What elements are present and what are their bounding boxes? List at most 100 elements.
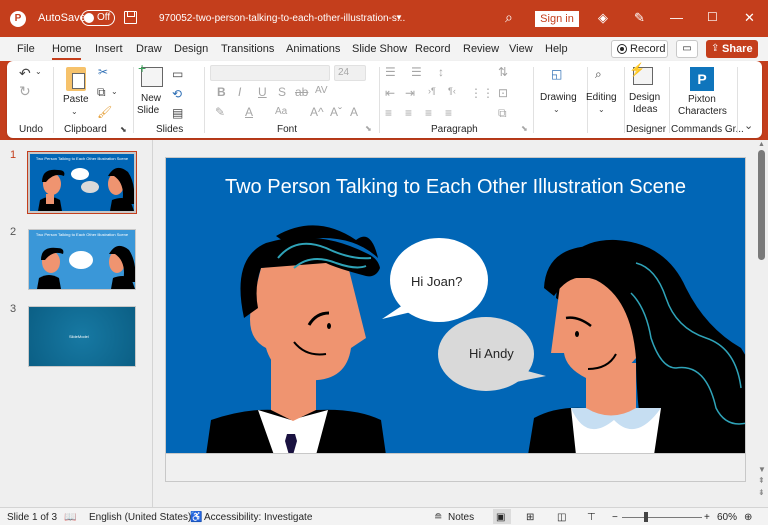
editing-button[interactable]: Editing: [586, 92, 617, 103]
design-ideas-label[interactable]: Design: [629, 92, 660, 103]
pen-icon[interactable]: ✎: [634, 10, 645, 26]
fit-to-window-icon[interactable]: ⊕: [744, 512, 752, 523]
pixton-icon[interactable]: P: [690, 67, 714, 91]
font-size-input[interactable]: 24: [334, 65, 366, 81]
shadow-button[interactable]: S: [278, 85, 286, 99]
chevron-down-icon[interactable]: ▼: [395, 13, 403, 22]
tab-record[interactable]: Record: [415, 43, 450, 55]
zoom-out-button[interactable]: −: [612, 512, 618, 523]
highlight-icon[interactable]: ✎: [215, 105, 225, 119]
reading-view-icon[interactable]: ◫: [557, 512, 566, 523]
drawing-icon[interactable]: ◱: [551, 67, 562, 81]
search-icon[interactable]: ⌕: [505, 9, 513, 26]
notes-area[interactable]: [165, 454, 746, 482]
new-slide-icon[interactable]: +: [138, 61, 163, 87]
tab-transitions[interactable]: Transitions: [221, 43, 274, 55]
accessibility-status[interactable]: Accessibility: Investigate: [204, 512, 312, 523]
align-center-icon[interactable]: ≡: [405, 106, 412, 120]
underline-button[interactable]: U: [258, 85, 267, 99]
chevron-down-icon[interactable]: ⌄: [111, 87, 118, 96]
scroll-up-icon[interactable]: ▲: [758, 141, 765, 148]
clear-formatting-button[interactable]: A: [350, 105, 358, 119]
sign-in-button[interactable]: Sign in: [535, 11, 579, 27]
line-spacing-icon[interactable]: ↕: [438, 65, 444, 79]
slideshow-icon[interactable]: ⊤: [587, 512, 596, 523]
notes-button[interactable]: Notes: [448, 512, 474, 523]
increase-indent-icon[interactable]: ⇥: [405, 86, 415, 100]
share-button[interactable]: ⇪ Share: [706, 40, 758, 58]
chevron-down-icon[interactable]: ⌄: [598, 105, 605, 114]
ltr-icon[interactable]: ›¶: [428, 86, 436, 96]
layout-icon[interactable]: ▭: [172, 67, 183, 81]
text-direction-icon[interactable]: ⇅: [498, 65, 508, 79]
tab-view[interactable]: View: [509, 43, 533, 55]
dialog-launcher-icon[interactable]: ⬊: [120, 125, 127, 134]
save-icon[interactable]: [124, 11, 137, 24]
search-icon[interactable]: ⌕: [595, 67, 602, 82]
paste-icon[interactable]: [66, 67, 86, 91]
align-left-icon[interactable]: ≡: [385, 106, 392, 120]
collapse-ribbon-icon[interactable]: ⌄: [744, 119, 753, 132]
normal-view-icon[interactable]: ▣: [496, 512, 505, 523]
reset-slide-icon[interactable]: ⟲: [172, 87, 182, 101]
decrease-indent-icon[interactable]: ⇤: [385, 86, 395, 100]
diamond-icon[interactable]: ◈: [598, 10, 608, 26]
dialog-launcher-icon[interactable]: ⬊: [521, 124, 528, 133]
record-button[interactable]: Record: [611, 40, 668, 58]
tab-home[interactable]: Home: [52, 43, 82, 60]
align-text-icon[interactable]: ⊡: [498, 86, 508, 100]
bold-button[interactable]: B: [217, 85, 226, 99]
zoom-level[interactable]: 60%: [717, 512, 737, 523]
accessibility-icon[interactable]: ♿: [190, 512, 202, 523]
section-icon[interactable]: ▤: [172, 106, 183, 120]
slide-sorter-icon[interactable]: ⊞: [526, 512, 534, 523]
next-slide-icon[interactable]: ⇟: [758, 488, 765, 497]
tab-design[interactable]: Design: [174, 43, 208, 55]
change-case-button[interactable]: Aa: [275, 106, 287, 117]
zoom-slider-thumb[interactable]: [644, 512, 648, 522]
tab-file[interactable]: File: [17, 43, 35, 55]
font-color-button[interactable]: A: [245, 105, 253, 119]
font-name-input[interactable]: [210, 65, 330, 81]
comments-button[interactable]: ▭: [676, 40, 698, 58]
italic-button[interactable]: I: [238, 85, 241, 99]
vertical-scrollbar[interactable]: ▲ ▼ ⇞ ⇟: [756, 140, 768, 507]
autosave-toggle[interactable]: Off: [81, 10, 115, 26]
tab-slide-show[interactable]: Slide Show: [352, 43, 407, 55]
tab-help[interactable]: Help: [545, 43, 568, 55]
slide-thumbnail-2[interactable]: Two Person Talking to Each Other Illustr…: [28, 229, 136, 290]
character-spacing-button[interactable]: AV: [315, 85, 328, 96]
dialog-launcher-icon[interactable]: ⬊: [365, 124, 372, 133]
slide-thumbnail-1[interactable]: Two Person Talking to Each Other Illustr…: [27, 151, 137, 214]
tab-insert[interactable]: Insert: [95, 43, 123, 55]
strikethrough-button[interactable]: ab: [295, 85, 308, 99]
chevron-down-icon[interactable]: ⌄: [553, 105, 560, 114]
justify-icon[interactable]: ≡: [445, 106, 452, 120]
design-ideas-label-2[interactable]: Ideas: [633, 104, 657, 115]
chevron-down-icon[interactable]: ⌄: [35, 67, 42, 76]
spelling-icon[interactable]: 📖: [64, 512, 76, 523]
cut-icon[interactable]: ✂: [98, 65, 108, 79]
maximize-icon[interactable]: ☐: [707, 10, 718, 24]
slide-canvas[interactable]: Two Person Talking to Each Other Illustr…: [165, 157, 746, 454]
undo-icon[interactable]: ↶: [19, 65, 31, 82]
tab-animations[interactable]: Animations: [286, 43, 340, 55]
language[interactable]: English (United States): [89, 512, 191, 523]
smartart-icon[interactable]: ⧉: [498, 106, 507, 121]
copy-icon[interactable]: ⧉: [97, 85, 106, 100]
bubble-1-text[interactable]: Hi Joan?: [411, 274, 462, 289]
scroll-down-icon[interactable]: ▼: [758, 465, 766, 474]
scrollbar-thumb[interactable]: [758, 150, 765, 260]
previous-slide-icon[interactable]: ⇞: [758, 476, 765, 485]
new-slide-label[interactable]: New: [141, 93, 161, 104]
chevron-down-icon[interactable]: ⌄: [71, 107, 78, 116]
zoom-slider[interactable]: [622, 517, 702, 518]
tab-review[interactable]: Review: [463, 43, 499, 55]
document-title[interactable]: 970052-two-person-talking-to-each-other-…: [159, 13, 405, 24]
design-ideas-icon[interactable]: ⚡: [629, 62, 653, 85]
tab-draw[interactable]: Draw: [136, 43, 162, 55]
paste-label[interactable]: Paste: [63, 94, 89, 105]
bullets-icon[interactable]: ☰: [385, 65, 396, 79]
redo-icon[interactable]: ↻: [19, 83, 31, 100]
minimize-icon[interactable]: —: [670, 10, 683, 25]
